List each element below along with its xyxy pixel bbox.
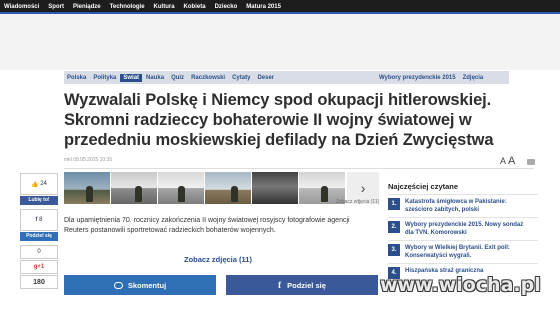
soldier-figure <box>86 186 93 202</box>
section-cytaty[interactable]: Cytaty <box>232 75 250 81</box>
share-button[interactable]: f Podziel się <box>226 275 378 295</box>
section-wybory[interactable]: Wybory prezydenckie 2015 <box>379 75 456 81</box>
gallery-thumb[interactable] <box>158 172 205 204</box>
list-item[interactable]: 3. Wybory w Wielkiej Brytanii. Exit poll… <box>388 240 538 263</box>
font-size-controls: A A <box>500 155 515 167</box>
article-headline: Wyzwalali Polskę i Niemcy spod okupacji … <box>64 91 494 149</box>
soldier-figure <box>178 186 186 202</box>
section-swiat[interactable]: Świat <box>120 73 143 82</box>
list-item-number: 2. <box>388 221 400 233</box>
list-item-title[interactable]: Wybory prezydenckie 2015. Nowy sondaż dl… <box>405 221 525 237</box>
divider <box>64 168 534 169</box>
soldier-figure <box>135 186 143 202</box>
topnav-kultura[interactable]: Kultura <box>154 4 175 10</box>
most-read-list: 1. Katastrofa śmigłowca w Pakistanie: sz… <box>388 194 538 282</box>
list-item-title[interactable]: Wybory w Wielkiej Brytanii. Exit poll: K… <box>405 244 525 260</box>
section-deser[interactable]: Deser <box>257 75 274 81</box>
topnav-kobieta[interactable]: Kobieta <box>184 4 206 10</box>
section-navigation-extra: Wybory prezydenckie 2015 Zdjęcia <box>379 71 509 84</box>
soldier-figure <box>231 186 239 202</box>
topnav-wiadomosci[interactable]: Wiadomości <box>4 4 39 10</box>
gallery-thumb[interactable] <box>252 172 299 204</box>
topnav-dziecko[interactable]: Dziecko <box>215 4 238 10</box>
list-item[interactable]: 2. Wybory prezydenckie 2015. Nowy sondaż… <box>388 217 538 240</box>
speech-bubble-icon <box>113 281 123 289</box>
article-author: mkl <box>64 157 72 163</box>
gplus-count: 0 <box>20 245 58 259</box>
like-count: 👍 24 <box>20 173 58 195</box>
list-item-number: 3. <box>388 244 400 256</box>
article-date: 08.05.2015 10:35 <box>73 157 113 163</box>
top-navigation: Wiadomości Sport Pieniądze Technologie K… <box>0 0 560 14</box>
gplus-button[interactable]: g+1 <box>20 260 58 274</box>
gallery-count[interactable]: Zobacz zdjęcia (11) <box>336 199 379 205</box>
like-button[interactable]: Lubię to! <box>20 196 58 205</box>
share-count: f 8 <box>20 209 58 231</box>
list-item-title[interactable]: Katastrofa śmigłowca w Pakistanie: sześc… <box>405 198 525 214</box>
share-sidebar-button[interactable]: Podziel się <box>20 232 58 241</box>
comment-count[interactable]: 180 <box>20 275 58 289</box>
gallery-thumb[interactable] <box>111 172 158 204</box>
facebook-icon: f <box>278 280 282 290</box>
topnav-matura[interactable]: Matura 2015 <box>246 4 281 10</box>
article-lead: Dla upamiętnienia 70. rocznicy zakończen… <box>64 217 350 234</box>
gallery-link[interactable]: Zobacz zdjęcia (11) <box>184 255 252 264</box>
section-polska[interactable]: Polska <box>67 75 86 81</box>
ad-banner-area <box>0 14 560 70</box>
section-raczkowski[interactable]: Raczkowski <box>191 75 225 81</box>
section-quiz[interactable]: Quiz <box>171 75 184 81</box>
most-read-heading: Najczęściej czytane <box>388 182 459 191</box>
font-smaller-button[interactable]: A <box>500 156 506 166</box>
comment-button-label: Skomentuj <box>127 280 167 290</box>
topnav-sport[interactable]: Sport <box>48 4 64 10</box>
print-icon[interactable] <box>527 159 535 165</box>
share-count-value: 8 <box>39 217 43 223</box>
list-item[interactable]: 1. Katastrofa śmigłowca w Pakistanie: sz… <box>388 194 538 217</box>
social-sidebar: 👍 24 Lubię to! f 8 Podziel się 0 g+1 180 <box>20 173 58 290</box>
gallery-thumb[interactable] <box>64 172 111 204</box>
comment-button[interactable]: Skomentuj <box>64 275 216 295</box>
section-zdjecia[interactable]: Zdjęcia <box>463 75 484 81</box>
like-count-value: 24 <box>40 181 47 187</box>
section-nauka[interactable]: Nauka <box>146 75 164 81</box>
topnav-technologie[interactable]: Technologie <box>110 4 145 10</box>
font-larger-button[interactable]: A <box>508 155 515 167</box>
section-navigation: Polska Polityka Świat Nauka Quiz Raczkow… <box>64 71 379 84</box>
chevron-right-icon: › <box>360 180 366 196</box>
share-button-label: Podziel się <box>287 280 326 290</box>
photo-gallery: › <box>64 172 379 206</box>
article-meta: mkl 08.05.2015 10:35 <box>64 157 112 163</box>
topnav-pieniadze[interactable]: Pieniądze <box>73 4 101 10</box>
watermark-logo: www.wiocha.pl <box>380 274 541 296</box>
list-item-number: 1. <box>388 198 400 210</box>
gallery-thumb[interactable] <box>205 172 252 204</box>
soldier-figure <box>321 186 329 202</box>
thumbs-up-icon: 👍 <box>31 181 41 188</box>
section-polityka[interactable]: Polityka <box>93 75 116 81</box>
